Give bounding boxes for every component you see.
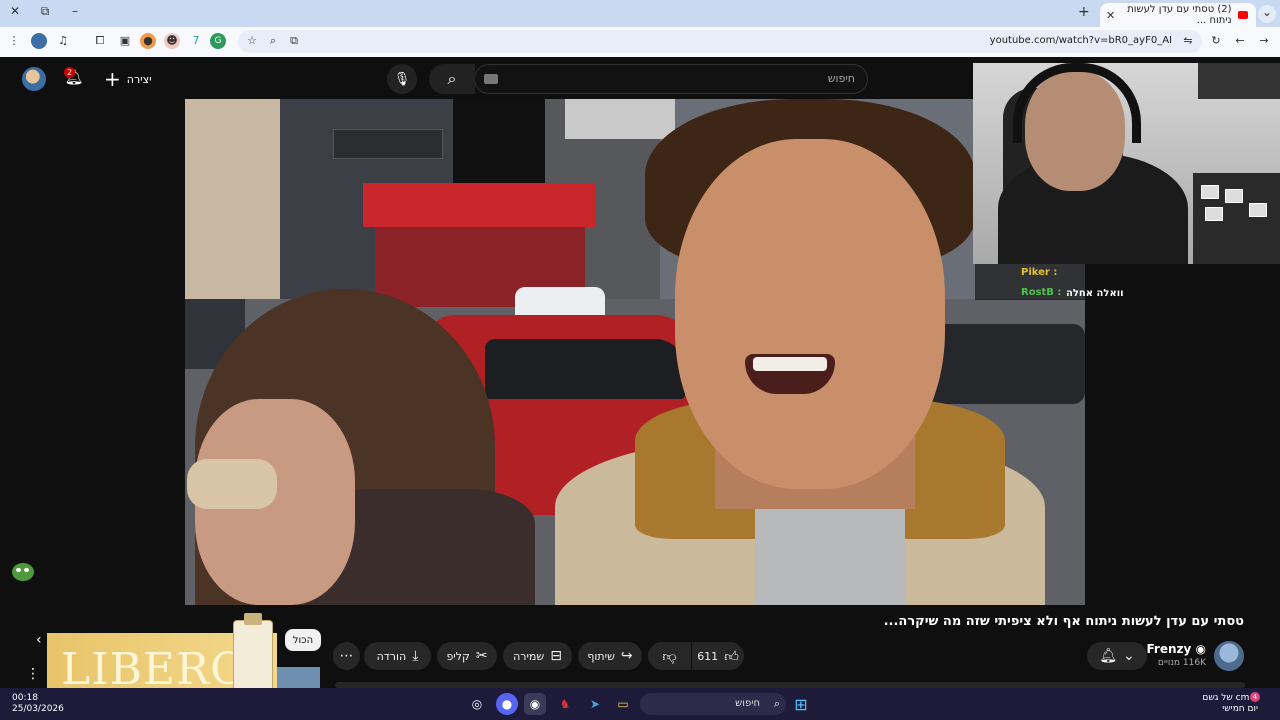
weather-badge: 4 [1250,692,1260,702]
video-scene-shop-sign [363,183,595,227]
file-explorer-icon[interactable]: ▭ [612,693,634,715]
search-placeholder: חיפוש [827,72,855,85]
minimize-icon[interactable]: – [66,4,84,18]
video-scene-sign [333,129,443,159]
chip-all[interactable]: הכול [285,629,321,651]
like-button[interactable]: 👍︎ 611 [692,642,744,670]
clip-button[interactable]: ✂ קליפ [437,642,497,670]
window-close-icon[interactable]: ✕ [6,4,24,18]
pepe-emote-icon [12,563,34,581]
menu-dots-icon[interactable]: ⋮ [6,33,22,49]
download-icon: ⤓ [412,648,419,664]
subscriber-count: 116K מנויים [1157,658,1206,668]
youtube-favicon-icon [1237,11,1248,19]
weather-line2: יום חמישי [1222,704,1258,714]
chevron-left-icon[interactable]: ‹ [36,632,42,648]
url-text: youtube.com/watch?v=bR0_ayF0_AI [989,35,1172,46]
clock-time: 00:18 [12,693,38,703]
like-count: 611 [697,649,719,663]
clip-label: קליפ [446,649,470,663]
save-icon: ⊟ [550,648,562,664]
thumbs-down-icon: 👎︎ [662,648,677,665]
extension-icon[interactable]: G [210,33,226,49]
profile-avatar-icon[interactable] [31,33,47,49]
app-icon[interactable]: ♞ [554,693,576,715]
discord-icon[interactable]: ● [496,693,518,715]
chevron-down-icon: ⌄ [1123,648,1135,664]
windows-start-icon[interactable]: ⊞ [790,693,812,715]
tab-title: (2) טסתי עם עדן לעשות ניתוח ‪...‬ [1127,4,1232,26]
bookmark-star-icon[interactable]: ☆ [244,33,260,49]
more-dots-icon: ⋯ [339,648,354,664]
account-avatar[interactable] [22,67,46,91]
site-info-icon[interactable]: ⇋ [1180,33,1196,49]
create-button[interactable]: יצירה + [104,68,152,90]
video-person-man [555,99,1045,605]
thumbs-up-icon: 👍︎ [724,648,739,665]
dislike-button[interactable]: 👎︎ [648,642,691,670]
verified-icon: ◉ [1191,642,1206,656]
search-button[interactable]: ⌕ [429,64,475,94]
webcam-overlay [973,63,1280,264]
keyboard-icon[interactable] [484,74,498,84]
system-clock[interactable]: 00:18 25/03/2026 [12,693,64,715]
chat-faded-line [1085,310,1280,320]
tab-youtube[interactable]: (2) טסתי עם עדן לעשות ניתוח ‪...‬ ✕ [1100,3,1256,27]
forward-icon[interactable]: ← [1232,33,1248,49]
search-input[interactable]: חיפוש [474,64,868,94]
extensions-puzzle-icon[interactable]: ⧠ [92,33,108,49]
share-label: שיתוף [587,649,615,663]
video-person-woman [185,289,535,605]
scissors-icon: ✂ [475,648,488,664]
lens-icon[interactable]: ⌕ [265,33,281,49]
telegram-icon[interactable]: ➤ [584,693,606,715]
plus-icon: + [104,67,121,91]
video-title: טסתי עם עדן לעשות ניתוח אף ולא ציפיתי שז… [883,614,1244,629]
chrome-icon[interactable]: ◉ [524,693,546,715]
share-icon: ↪ [620,648,633,664]
download-button[interactable]: ⤓ הורדה [364,642,431,670]
notification-count-badge: 2 [64,67,75,78]
taskbar-search[interactable]: חיפוש ⌕ [640,693,786,715]
restore-icon[interactable]: ⧉ [36,4,54,19]
search-icon: ⌕ [447,69,457,88]
subscribed-bell-button[interactable]: ⌄ 🔔︎ [1087,642,1147,670]
clock-date: 25/03/2026 [12,704,64,714]
new-tab-button[interactable]: + [1078,4,1090,20]
channel-name[interactable]: ◉ Frenzy [1147,642,1207,656]
chat-username: RostB : [1021,287,1062,298]
bell-icon: 🔔︎ [1099,648,1118,664]
taskbar-search-placeholder: חיפוש [735,698,760,709]
kebab-menu-icon[interactable]: ⋮ [26,666,40,682]
tab-groups-icon[interactable]: ▣ [117,33,133,49]
extension-icon[interactable]: ☻ [164,33,180,49]
suggested-thumbnail[interactable] [274,667,320,689]
microphone-icon: 🎙 [393,71,411,87]
more-actions-button[interactable]: ⋯ [333,642,360,670]
save-label: שמירה [513,649,545,663]
back-icon[interactable]: → [1256,33,1272,49]
steam-icon[interactable]: ◎ [466,693,488,715]
install-icon[interactable]: ⧉ [286,33,302,49]
save-button[interactable]: ⊟ שמירה [503,642,572,670]
download-label: הורדה [376,649,407,663]
search-icon: ⌕ [773,697,780,710]
media-icon[interactable]: ♫ [55,33,71,49]
tab-close-icon[interactable]: ✕ [1106,9,1115,22]
reload-icon[interactable]: ↻ [1208,33,1224,49]
create-label: יצירה [126,72,152,86]
video-player[interactable] [185,99,1085,605]
voice-search-button[interactable]: 🎙 [387,64,417,94]
share-button[interactable]: ↪ שיתוף [578,642,642,670]
chat-username: Piker : [1021,267,1058,278]
channel-avatar[interactable] [1214,641,1244,671]
video-scene-sign [453,99,545,183]
chat-message: וואלה אחלה [1066,288,1124,299]
tab-search-icon[interactable]: ⌄ [1258,5,1276,23]
address-bar[interactable]: youtube.com/watch?v=bR0_ayF0_AI [238,30,1202,53]
extension-icon[interactable]: ● [140,33,156,49]
extension-icon[interactable]: 7 [188,33,204,49]
